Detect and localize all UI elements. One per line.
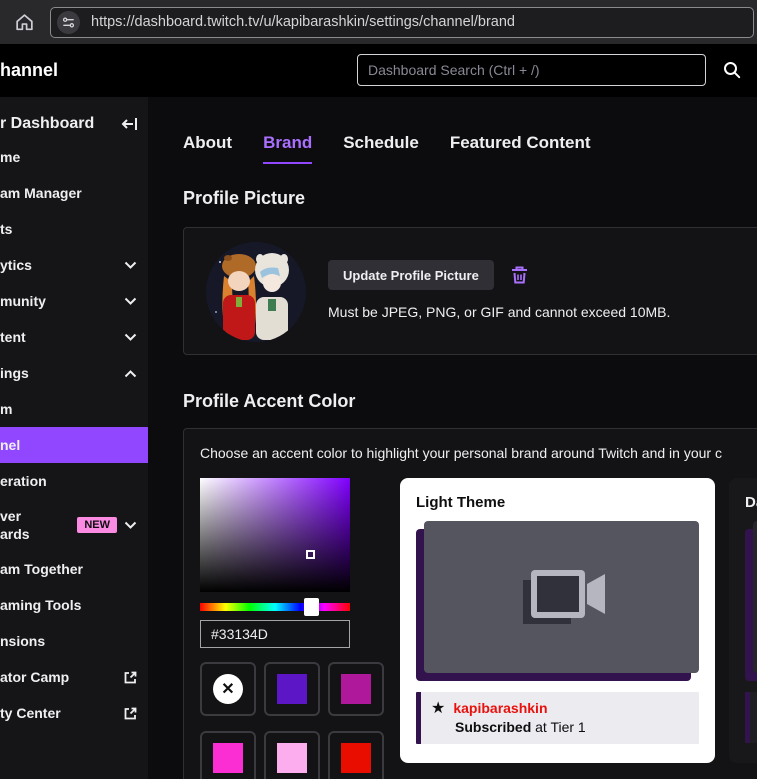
- search-input[interactable]: [357, 54, 706, 86]
- sidebar-item-streaming-tools[interactable]: aming Tools: [0, 587, 148, 623]
- sub-notification-preview: ★ kapibarashkin Subscribed at Tier 1: [416, 692, 699, 744]
- status-rest: at Tier 1: [531, 719, 586, 735]
- sidebar-item-moderation[interactable]: eration: [0, 463, 148, 499]
- chevron-up-icon: [124, 369, 137, 378]
- video-placeholder: [424, 521, 699, 673]
- hue-slider[interactable]: [200, 598, 350, 616]
- clear-x-icon: ✕: [213, 674, 243, 704]
- sidebar-item-safety-center[interactable]: ty Center: [0, 695, 148, 731]
- profile-avatar: [206, 242, 306, 342]
- brand-tabs: About Brand Schedule Featured Content: [183, 133, 757, 164]
- page-title: hannel: [0, 60, 59, 80]
- chevron-down-icon: [124, 521, 137, 530]
- dashboard-search: [357, 54, 757, 86]
- tab-featured-content[interactable]: Featured Content: [450, 133, 591, 164]
- sidebar-item-stream-together[interactable]: am Together: [0, 551, 148, 587]
- sidebar-item-content[interactable]: tent: [0, 319, 148, 355]
- address-bar[interactable]: https://dashboard.twitch.tv/u/kapibarash…: [50, 6, 754, 38]
- accent-color-card: Choose an accent color to highlight your…: [183, 428, 757, 779]
- update-profile-picture-button[interactable]: Update Profile Picture: [328, 260, 494, 290]
- status-bold: Subscribed: [455, 719, 532, 735]
- star-icon: ★: [431, 699, 446, 717]
- profile-picture-heading: Profile Picture: [183, 188, 306, 208]
- chevron-down-icon: [124, 297, 137, 306]
- color-picker: ✕: [200, 478, 384, 779]
- external-link-icon: [123, 670, 138, 685]
- accent-description: Choose an accent color to highlight your…: [200, 445, 722, 461]
- sidebar-item-alerts[interactable]: ts: [0, 211, 148, 247]
- tab-brand[interactable]: Brand: [263, 133, 313, 164]
- profile-picture-card: Update Profile Picture Must be JPEG, PNG…: [183, 227, 757, 355]
- hue-slider-handle[interactable]: [304, 598, 319, 616]
- saturation-marker[interactable]: [306, 550, 315, 559]
- chevron-down-icon: [124, 333, 137, 342]
- sidebar-heading: r Dashboard: [0, 109, 148, 139]
- clear-color-swatch[interactable]: ✕: [200, 662, 256, 716]
- sidebar-item-community[interactable]: munity: [0, 283, 148, 319]
- sidebar-item-stream[interactable]: m: [0, 391, 148, 427]
- chevron-down-icon: [124, 261, 137, 270]
- dark-theme-title: Dark Theme: [745, 494, 757, 511]
- sidebar-item-viewer-rewards[interactable]: ver ards NEW: [0, 499, 148, 551]
- sidebar-item-extensions[interactable]: nsions: [0, 623, 148, 659]
- delete-profile-picture-button[interactable]: [510, 265, 529, 285]
- search-button[interactable]: [706, 54, 757, 86]
- light-theme-title: Light Theme: [416, 494, 506, 511]
- video-placeholder: [753, 521, 757, 673]
- sidebar-item-channel[interactable]: nel: [0, 427, 148, 463]
- preset-swatches: ✕: [200, 662, 384, 779]
- sidebar-collapse-button[interactable]: [121, 116, 139, 132]
- dark-theme-preview: Dark Theme ★: [729, 478, 757, 763]
- browser-home-icon[interactable]: [14, 12, 35, 33]
- tab-about[interactable]: About: [183, 133, 232, 164]
- browser-toolbar: https://dashboard.twitch.tv/u/kapibarash…: [0, 0, 757, 44]
- sidebar-heading-label: r Dashboard: [0, 115, 95, 132]
- color-swatch-red[interactable]: [328, 731, 384, 779]
- trash-icon: [511, 266, 527, 284]
- username: kapibarashkin: [453, 700, 548, 716]
- dashboard-header: hannel: [0, 44, 757, 97]
- upload-requirements-note: Must be JPEG, PNG, or GIF and cannot exc…: [328, 304, 671, 320]
- site-info-icon[interactable]: [57, 10, 80, 34]
- sidebar-item-stream-manager[interactable]: am Manager: [0, 175, 148, 211]
- sidebar-item-analytics[interactable]: ytics: [0, 247, 148, 283]
- color-swatch-pink[interactable]: [200, 731, 256, 779]
- hex-color-input[interactable]: [200, 620, 350, 648]
- sidebar-item-settings[interactable]: ings: [0, 355, 148, 391]
- url-text: https://dashboard.twitch.tv/u/kapibarash…: [91, 14, 515, 30]
- color-swatch-light-pink[interactable]: [264, 731, 320, 779]
- saturation-picker[interactable]: [200, 478, 350, 592]
- twitch-dashboard-brand-page: https://dashboard.twitch.tv/u/kapibarash…: [0, 0, 757, 779]
- main-content: About Brand Schedule Featured Content Pr…: [148, 97, 757, 779]
- color-swatch-purple[interactable]: [264, 662, 320, 716]
- light-theme-preview: Light Theme ★ kapibarashkin Subscribed a…: [400, 478, 715, 763]
- sidebar-item-home[interactable]: me: [0, 139, 148, 175]
- external-link-icon: [123, 706, 138, 721]
- sub-notification-preview: ★: [745, 692, 757, 743]
- sidebar-item-creator-camp[interactable]: ator Camp: [0, 659, 148, 695]
- collapse-arrow-icon: [121, 118, 137, 130]
- tab-schedule[interactable]: Schedule: [343, 133, 419, 164]
- color-swatch-magenta[interactable]: [328, 662, 384, 716]
- sidebar: r Dashboard me am Manager ts ytics munit…: [0, 97, 148, 779]
- new-badge: NEW: [77, 517, 117, 533]
- camcorder-icon: [522, 570, 605, 624]
- search-icon: [723, 62, 740, 79]
- accent-color-heading: Profile Accent Color: [183, 391, 356, 411]
